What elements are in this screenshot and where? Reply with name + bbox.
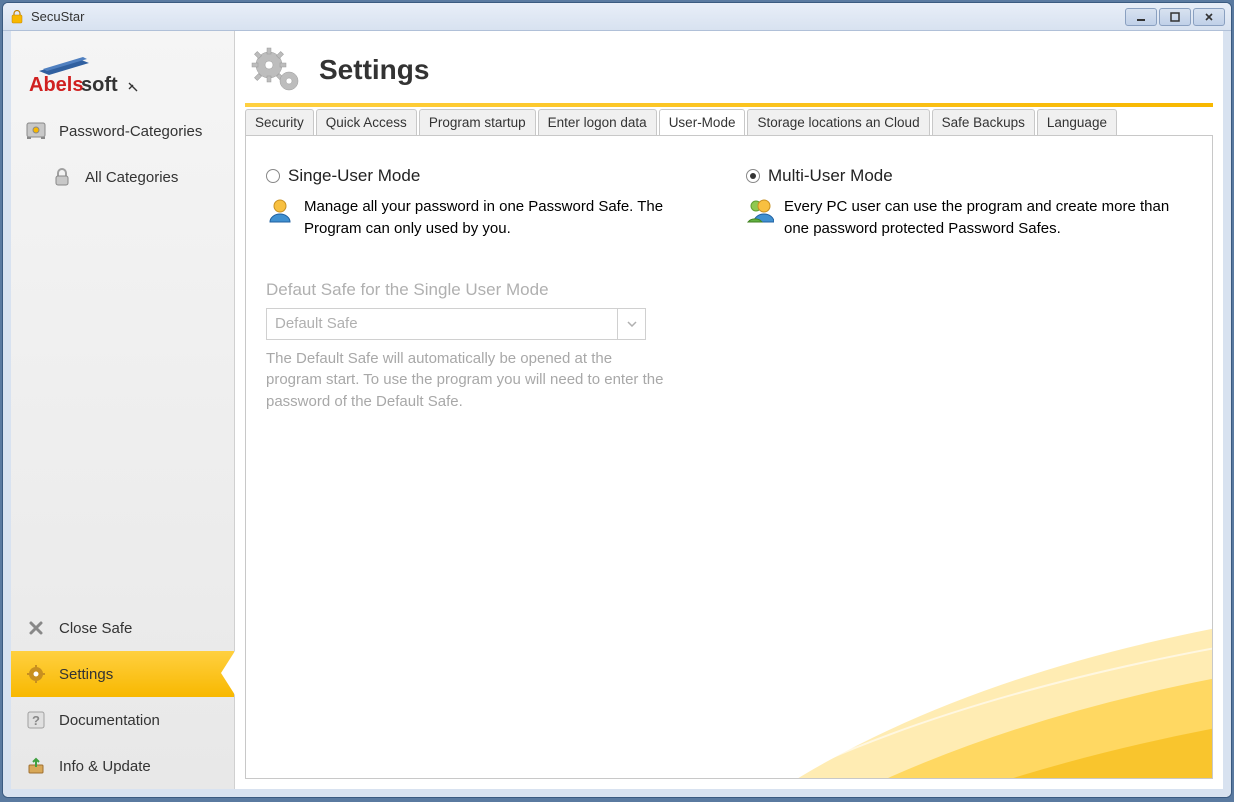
decorative-swoosh-icon	[712, 558, 1213, 779]
multi-user-mode-radio[interactable]: Multi-User Mode	[746, 166, 1186, 186]
tab-language[interactable]: Language	[1037, 109, 1117, 135]
padlock-icon	[51, 166, 73, 188]
single-user-mode-block: Singe-User Mode Manage all your password…	[266, 166, 706, 413]
sidebar-item-label: Info & Update	[59, 758, 151, 775]
sidebar-item-documentation[interactable]: ? Documentation	[11, 697, 234, 743]
tab-program-startup[interactable]: Program startup	[419, 109, 536, 135]
maximize-button[interactable]	[1159, 8, 1191, 26]
sidebar-item-label: Close Safe	[59, 620, 132, 637]
multi-user-mode-block: Multi-User Mode Every PC user can use th…	[746, 166, 1186, 413]
tab-storage-locations[interactable]: Storage locations an Cloud	[747, 109, 929, 135]
sidebar-item-close-safe[interactable]: Close Safe	[11, 605, 234, 651]
app-window: SecuStar Abels soft	[2, 2, 1232, 798]
gear-icon	[25, 663, 47, 685]
update-box-icon	[25, 755, 47, 777]
single-user-description: Manage all your password in one Password…	[304, 196, 706, 240]
single-user-mode-radio[interactable]: Singe-User Mode	[266, 166, 706, 186]
main: Settings Security Quick Access Program s…	[235, 31, 1223, 789]
default-safe-help-text: The Default Safe will automatically be o…	[266, 348, 666, 413]
tab-safe-backups[interactable]: Safe Backups	[932, 109, 1035, 135]
sidebar-item-info-update[interactable]: Info & Update	[11, 743, 234, 789]
default-safe-section-label: Defaut Safe for the Single User Mode	[266, 280, 706, 300]
radio-label: Multi-User Mode	[768, 166, 893, 186]
multi-user-description: Every PC user can use the program and cr…	[784, 196, 1186, 240]
radio-label: Singe-User Mode	[288, 166, 420, 186]
help-box-icon: ?	[25, 709, 47, 731]
default-safe-select[interactable]: Default Safe	[266, 308, 646, 340]
app-lock-icon	[9, 9, 25, 25]
radio-checked-icon	[746, 169, 760, 183]
abelssoft-logo-icon: Abels soft	[29, 53, 139, 95]
chevron-down-icon	[617, 309, 645, 339]
accent-bar	[245, 103, 1213, 107]
svg-text:Abels: Abels	[29, 74, 83, 95]
app-title: SecuStar	[31, 9, 84, 24]
titlebar: SecuStar	[3, 3, 1231, 31]
sidebar-item-settings[interactable]: Settings	[11, 651, 234, 697]
gears-icon	[249, 47, 305, 93]
maximize-icon	[1170, 12, 1180, 22]
tab-security[interactable]: Security	[245, 109, 314, 135]
sidebar-item-label: Password-Categories	[59, 123, 202, 140]
body-area: Abels soft Password-Categories All Categ…	[3, 31, 1231, 797]
sidebar-item-all-categories[interactable]: All Categories	[11, 154, 234, 200]
svg-text:?: ?	[32, 713, 40, 728]
tab-enter-logon-data[interactable]: Enter logon data	[538, 109, 657, 135]
tab-user-mode[interactable]: User-Mode	[659, 109, 746, 135]
main-header: Settings	[235, 31, 1223, 103]
tab-quick-access[interactable]: Quick Access	[316, 109, 417, 135]
svg-text:soft: soft	[81, 74, 118, 95]
settings-tabs: Security Quick Access Program startup En…	[245, 109, 1213, 135]
sidebar-item-label: Documentation	[59, 712, 160, 729]
sidebar-item-label: Settings	[59, 666, 113, 683]
page-title: Settings	[319, 54, 429, 86]
close-icon	[1204, 12, 1214, 22]
safe-box-icon	[25, 120, 47, 142]
default-safe-value: Default Safe	[267, 315, 617, 332]
multi-user-icon	[746, 196, 774, 240]
minimize-icon	[1136, 12, 1146, 22]
tab-panel-user-mode: Singe-User Mode Manage all your password…	[245, 135, 1213, 779]
minimize-button[interactable]	[1125, 8, 1157, 26]
close-button[interactable]	[1193, 8, 1225, 26]
radio-icon	[266, 169, 280, 183]
sidebar-item-label: All Categories	[85, 169, 178, 186]
x-icon	[25, 617, 47, 639]
sidebar-item-password-categories[interactable]: Password-Categories	[11, 108, 234, 154]
brand-logo: Abels soft	[11, 39, 234, 108]
sidebar: Abels soft Password-Categories All Categ…	[11, 31, 235, 789]
single-user-icon	[266, 196, 294, 240]
